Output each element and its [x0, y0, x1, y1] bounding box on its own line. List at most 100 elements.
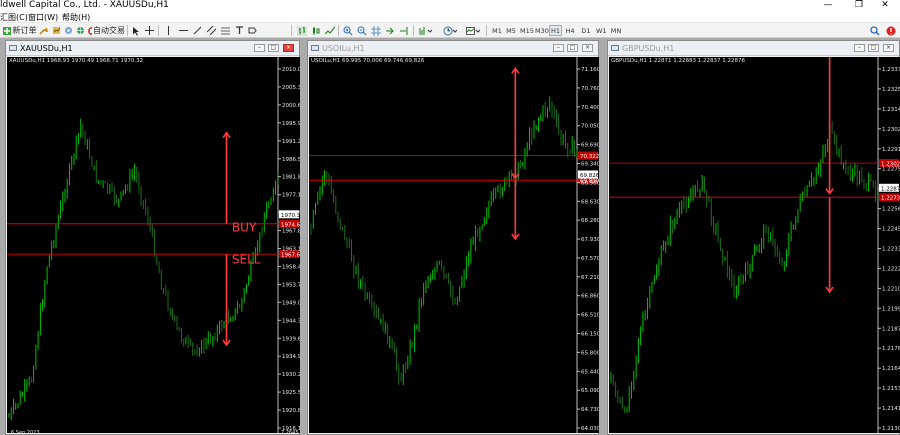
time-axis-label: 6 Sep 2023	[11, 430, 40, 433]
trendline-icon	[193, 26, 201, 35]
tf-m30[interactable]: M30	[534, 25, 549, 36]
text-button[interactable]	[234, 24, 244, 37]
indicators-button[interactable]	[418, 24, 434, 37]
indicator-axis-value: 7.2645	[281, 430, 299, 433]
menu-chart[interactable]: 汇图(C)	[0, 12, 28, 23]
tf-h1[interactable]: H1	[549, 25, 562, 36]
axis-tick-label: 1930.20	[282, 372, 300, 378]
price-chart-svg[interactable]: 1974.65 1967.65 2010.00 2005.30 2000.60 1995.…	[7, 57, 300, 433]
axis-tick-label: 67.210	[581, 275, 599, 281]
chart-button[interactable]	[51, 24, 62, 37]
channel-button[interactable]	[206, 24, 216, 37]
candles-button[interactable]	[310, 24, 321, 37]
channel-icon	[206, 26, 216, 35]
tf-mn[interactable]: MN	[609, 25, 623, 36]
bar-chart-icon	[296, 25, 307, 36]
axis-tick-label: 1.21415	[882, 406, 900, 412]
chart-maximize-button[interactable]: □	[268, 44, 279, 52]
chart-minimize-button[interactable]: –	[553, 44, 564, 52]
tf-w1[interactable]: W1	[595, 25, 607, 36]
current-price-label: 1.22876	[881, 186, 900, 192]
tf-m1[interactable]: M1	[491, 25, 503, 36]
axis-tick-label: 1.22795	[882, 167, 900, 173]
trendline-button[interactable]	[192, 24, 202, 37]
chart-minimize-button[interactable]: –	[854, 44, 865, 52]
price-level-label: 1974.65	[281, 222, 300, 228]
chart-close-button[interactable]: ×	[283, 44, 294, 52]
axis-tick-label: 69.340	[581, 162, 599, 168]
alert-button[interactable]	[885, 24, 896, 37]
price-chart-plot[interactable]: 1974.65 1967.65 2010.00 2005.30 2000.60 1995.…	[7, 57, 300, 433]
price-chart-svg[interactable]: 70.32269.89071.16070.76070.40070.05069.6…	[309, 57, 599, 433]
line-chart-button[interactable]	[324, 24, 335, 37]
tool-button[interactable]	[38, 24, 49, 37]
price-chart-svg[interactable]: 1.230281.227341.233701.232551.231401.230…	[609, 57, 900, 433]
tf-h4[interactable]: H4	[564, 25, 576, 36]
new-order-button[interactable]: 新订单	[1, 24, 37, 37]
axis-tick-label: 1925.50	[282, 390, 300, 396]
alert-icon	[886, 26, 895, 35]
search-button[interactable]	[869, 24, 880, 37]
new-order-label: 新订单	[12, 26, 37, 35]
grid-button[interactable]	[370, 24, 381, 37]
settings-button[interactable]	[63, 24, 74, 37]
minimize-button[interactable]: —	[815, 0, 841, 12]
toolbar-separator	[158, 25, 159, 36]
axis-tick-label: 1.22565	[882, 207, 900, 213]
autoscroll-button[interactable]	[384, 24, 395, 37]
fibonacci-button[interactable]	[220, 24, 230, 37]
terminal-app: ldwell Capital Co., Ltd. - XAUUSDu,H1 — …	[0, 0, 900, 435]
price-chart-plot[interactable]: 70.322 69.890 71.160 70.760 70.400 70.050 69.6…	[309, 57, 599, 433]
price-level-label: 70.322	[580, 154, 599, 160]
period-button[interactable]	[442, 24, 458, 37]
shift-button[interactable]	[398, 24, 409, 37]
zoom-in-icon	[343, 26, 352, 35]
axis-tick-label: 1986.50	[282, 157, 300, 163]
chart-window-titlebar: XAUUSDu,H1 – □ ×	[6, 41, 299, 56]
chart-window-gbpusd[interactable]: GBPUSDu,H1 – □ × 1.230281.227341.233701.…	[607, 40, 900, 435]
crosshair-button[interactable]	[144, 24, 154, 37]
search-icon	[869, 25, 880, 36]
zoom-out-button[interactable]	[356, 24, 367, 37]
crosshair-icon	[144, 26, 154, 35]
globe-button[interactable]	[75, 24, 86, 37]
templates-button[interactable]	[465, 24, 481, 37]
autotrade-button[interactable]: 自动交易	[87, 24, 125, 37]
chart-header: USOILu,H1 69.995 70.006 69.746 69.826	[311, 58, 425, 64]
axis-tick-label: 69.690	[581, 143, 599, 149]
restore-button[interactable]: ❐	[846, 0, 872, 12]
axis-tick-label: 1.21645	[882, 366, 900, 372]
vertical-line-button[interactable]	[163, 24, 173, 37]
chart-maximize-button[interactable]: □	[868, 44, 879, 52]
close-window-button[interactable]: ✕	[872, 0, 898, 12]
axis-tick-label: 1.23025	[882, 127, 900, 133]
chart-maximize-button[interactable]: □	[567, 44, 578, 52]
chart-close-button[interactable]: ×	[883, 44, 894, 52]
axis-tick-label: 65.800	[581, 350, 599, 356]
axis-tick-label: 2010.00	[282, 67, 300, 73]
menu-help[interactable]: 帮助(H)	[62, 12, 90, 23]
cursor-button[interactable]	[131, 24, 141, 37]
chart-window-icon	[611, 45, 619, 51]
horizontal-line-button[interactable]	[178, 24, 188, 37]
tf-m15[interactable]: M15	[519, 25, 534, 36]
zoom-in-button[interactable]	[342, 24, 353, 37]
chart-close-button[interactable]: ×	[582, 44, 593, 52]
label-button[interactable]	[247, 24, 257, 37]
tool-icon	[39, 27, 48, 35]
chart-window-usoil[interactable]: USOILu,H1 – □ × 70.322 69.890 71.160 70.760…	[307, 40, 599, 435]
toolbar-separator	[291, 25, 292, 36]
axis-tick-label: 70.400	[581, 105, 599, 111]
bar-chart-button[interactable]	[296, 24, 307, 37]
chart-window-xauusd[interactable]: XAUUSDu,H1 – □ × 1974.65 1967.65 2010.00 20…	[5, 40, 300, 435]
tf-d1[interactable]: D1	[580, 25, 592, 36]
axis-tick-label: 70.760	[581, 86, 599, 92]
axis-tick-label: 1.21530	[882, 386, 900, 392]
axis-tick-label: 66.860	[581, 294, 599, 300]
chart-minimize-button[interactable]: –	[254, 44, 265, 52]
tf-m5[interactable]: M5	[505, 25, 517, 36]
menu-window[interactable]: 窗口(W)	[28, 12, 58, 23]
chart-header: GBPUSDu,H1 1.22871 1.22883 1.22837 1.228…	[611, 58, 745, 64]
axis-tick-label: 1949.00	[282, 300, 300, 306]
price-chart-plot[interactable]: 1.230281.227341.233701.232551.231401.230…	[609, 57, 900, 433]
